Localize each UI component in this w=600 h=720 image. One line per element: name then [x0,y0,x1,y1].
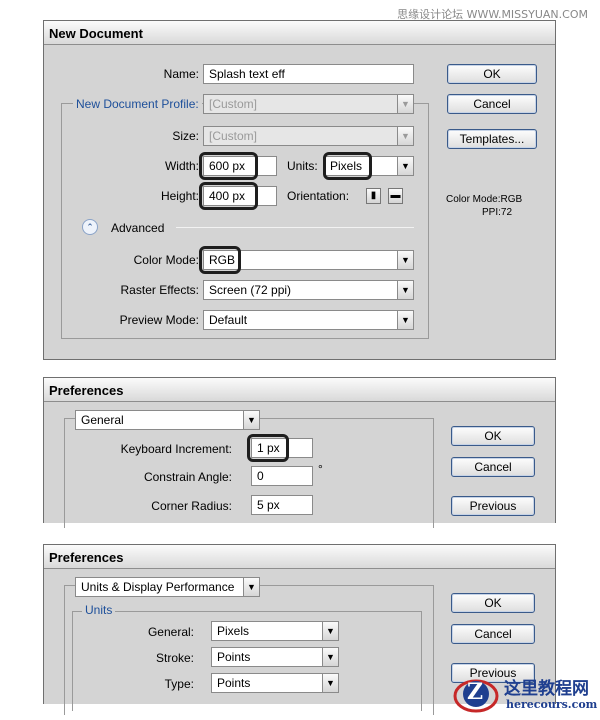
keyboard-increment-label: Keyboard Increment: [120,442,232,456]
height-highlight [199,182,258,210]
units-group-title: Units [82,603,116,617]
profile-value: [Custom] [209,97,258,111]
chevron-down-icon[interactable]: ▼ [322,648,338,666]
chevron-down-icon[interactable]: ▼ [322,674,338,692]
general-units-label: General: [147,625,194,639]
type-units-label: Type: [164,677,194,691]
orientation-label: Orientation: [287,189,350,203]
corner-radius-label: Corner Radius: [151,499,232,513]
chevron-down-icon[interactable]: ▼ [397,281,413,299]
size-value: [Custom] [209,129,258,143]
logo-chinese: 这里教程网 [504,679,589,699]
previous-button[interactable]: Previous [451,496,535,516]
cancel-button[interactable]: Cancel [447,94,537,114]
dialog-title: Preferences [44,545,555,569]
constrain-angle-label: Constrain Angle: [143,470,232,484]
advanced-divider [176,227,414,228]
height-label: Height: [160,189,199,203]
corner-radius-input[interactable]: 5 px [251,495,313,515]
landscape-icon[interactable]: ▬ [388,188,403,204]
size-label: Size: [172,129,199,143]
site-logo: Z 这里教程网 herecours.com [452,672,597,718]
color-mode-highlight [199,246,241,274]
templates-button[interactable]: Templates... [447,129,537,149]
cancel-button[interactable]: Cancel [451,624,535,644]
chevron-down-icon[interactable]: ▼ [397,311,413,329]
units-highlight [323,152,372,180]
chevron-down-icon[interactable]: ▼ [322,622,338,640]
preferences-general-dialog: Preferences General ▼ Keyboard Increment… [43,377,556,528]
ok-button[interactable]: OK [447,64,537,84]
preview-mode-value: Default [209,313,248,327]
section-value: Units & Display Performance [81,580,235,594]
size-select[interactable]: [Custom] ▼ [203,126,414,146]
name-input[interactable]: Splash text eff [203,64,414,84]
advanced-label: Advanced [111,221,165,235]
logo-letter: Z [467,679,484,705]
ok-button[interactable]: OK [451,426,535,446]
degree-symbol: ° [318,462,323,476]
section-select[interactable]: Units & Display Performance ▼ [75,577,260,597]
stroke-units-select[interactable]: Points ▼ [211,647,339,667]
stroke-units-label: Stroke: [155,651,194,665]
profile-label: New Document Profile: [73,97,202,111]
chevron-down-icon[interactable]: ▼ [397,251,413,269]
chevron-down-icon[interactable]: ▼ [397,157,413,175]
section-value: General [81,413,124,427]
chevron-down-icon[interactable]: ▼ [397,95,413,113]
dialog-title: New Document [44,21,555,45]
name-label: Name: [163,67,199,81]
raster-effects-label: Raster Effects: [120,283,199,297]
color-mode-label: Color Mode: [133,253,199,267]
type-units-select[interactable]: Points ▼ [211,673,339,693]
raster-effects-value: Screen (72 ppi) [209,283,292,297]
ok-button[interactable]: OK [451,593,535,613]
chevron-down-icon[interactable]: ▼ [397,127,413,145]
portrait-icon[interactable]: ▮ [366,188,381,204]
width-label: Width: [164,159,199,173]
profile-select[interactable]: [Custom] ▼ [203,94,414,114]
section-select[interactable]: General ▼ [75,410,260,430]
cancel-button[interactable]: Cancel [451,457,535,477]
logo-url: herecours.com [506,698,598,711]
chevron-down-icon[interactable]: ▼ [243,578,259,596]
constrain-angle-input[interactable]: 0 [251,466,313,486]
info-color-mode: Color Mode:RGB [446,194,523,205]
collapse-advanced-icon[interactable]: ⌃ [82,219,98,235]
preview-mode-label: Preview Mode: [119,313,199,327]
keyboard-increment-highlight [247,434,289,462]
general-units-select[interactable]: Pixels ▼ [211,621,339,641]
raster-effects-select[interactable]: Screen (72 ppi) ▼ [203,280,414,300]
preview-mode-select[interactable]: Default ▼ [203,310,414,330]
dialog-title: Preferences [44,378,555,402]
general-units-value: Pixels [217,624,250,638]
chevron-down-icon[interactable]: ▼ [243,411,259,429]
units-label: Units: [287,159,318,173]
width-highlight [199,152,258,180]
stroke-units-value: Points [217,650,251,664]
info-ppi: PPI:72 [482,207,513,218]
new-document-dialog: New Document Name: Splash text eff New D… [43,20,556,360]
type-units-value: Points [217,676,251,690]
